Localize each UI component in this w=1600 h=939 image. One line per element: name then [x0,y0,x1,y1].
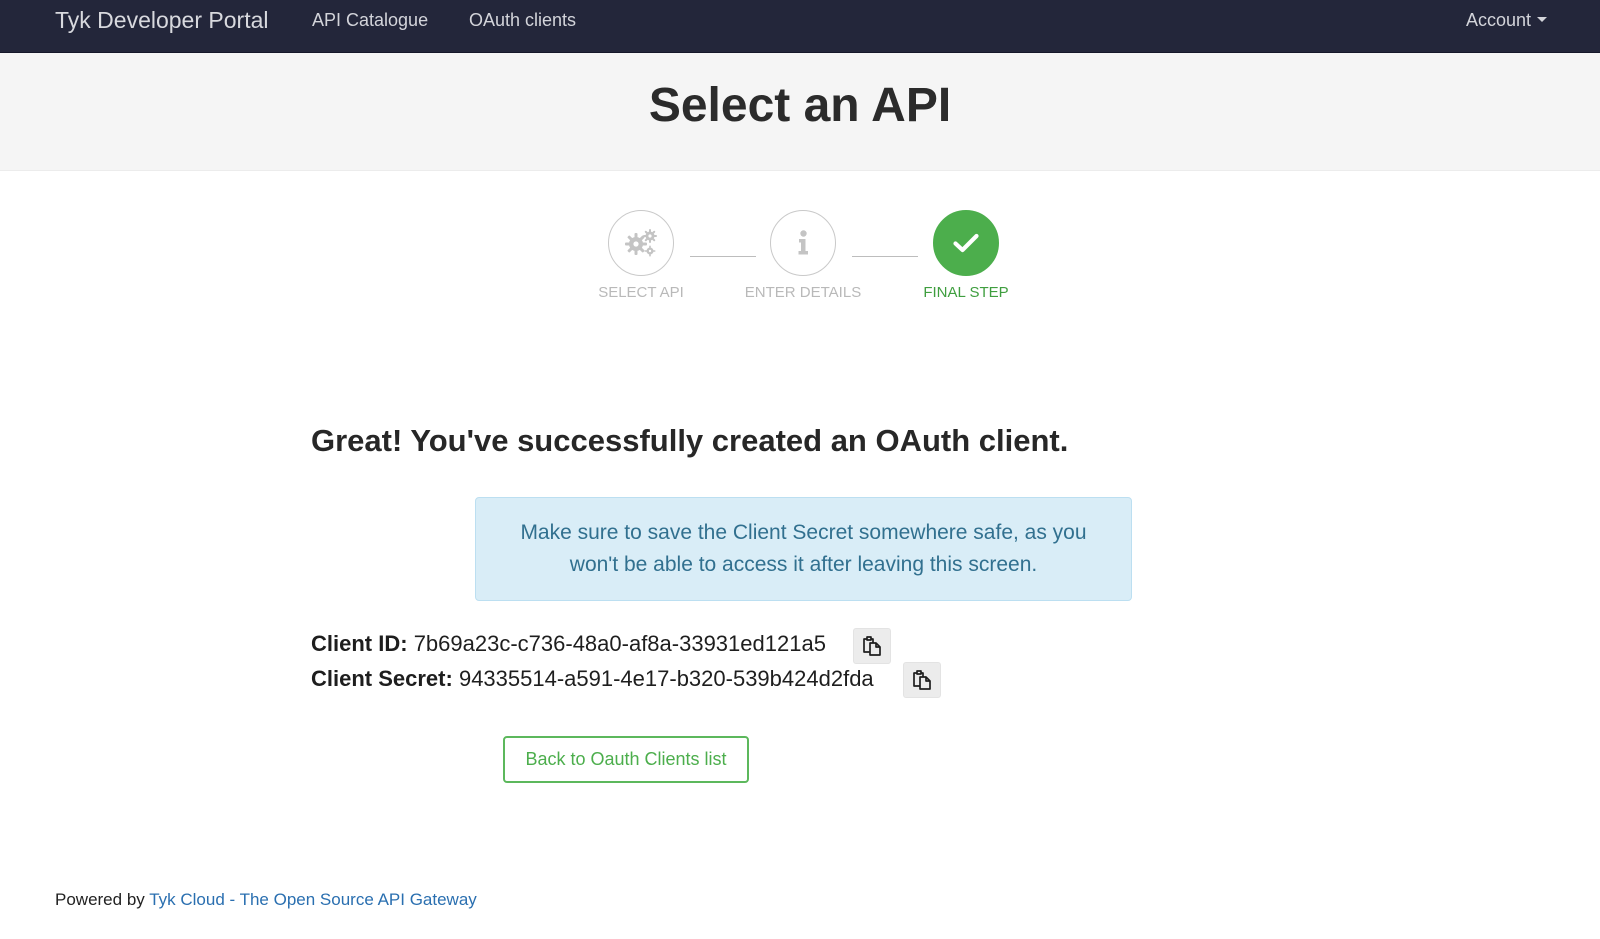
back-to-oauth-clients-button[interactable]: Back to Oauth Clients list [503,736,749,783]
client-secret-label: Client Secret: [311,666,453,691]
account-dropdown[interactable]: Account [1466,9,1548,31]
top-navbar: Tyk Developer Portal API Catalogue OAuth… [0,0,1600,53]
check-icon [953,233,979,253]
client-secret-value: 94335514-a591-4e17-b320-539b424d2fda [458,666,874,691]
step-select-api-circle [608,210,674,276]
copy-client-secret-button[interactable] [903,662,941,698]
client-id-value: 7b69a23c-c736-48a0-af8a-33931ed121a5 [413,631,826,656]
footer-prefix: Powered by [55,890,145,909]
info-icon [798,230,808,255]
page-header: Select an API [0,53,1600,171]
copy-client-id-button[interactable] [853,628,891,664]
step-enter-details-circle [770,210,836,276]
alert-text-line-1: Make sure to save the Client Secret some… [520,521,1087,544]
step-select-api-label: SELECT API [598,284,684,301]
nav-oauth-clients[interactable]: OAuth clients [469,9,576,31]
footer-tyk-cloud-link[interactable]: Tyk Cloud - The Open Source API Gateway [149,890,477,909]
copy-icon [913,670,931,690]
page-title: Select an API [648,79,952,132]
footer: Powered by Tyk Cloud - The Open Source A… [55,890,477,910]
client-id-row: Client ID: 7b69a23c-c736-48a0-af8a-33931… [311,630,826,658]
nav-api-catalogue[interactable]: API Catalogue [312,9,428,31]
step-connector [852,256,918,257]
alert-text-line-2: won't be able to access it after leaving… [569,553,1038,576]
brand-link[interactable]: Tyk Developer Portal [55,6,268,34]
step-final-label: FINAL STEP [923,284,1009,301]
info-alert: Make sure to save the Client Secret some… [475,497,1132,601]
step-final-circle [933,210,999,276]
copy-icon [863,636,881,656]
step-connector [690,256,756,257]
step-enter-details-label: ENTER DETAILS [744,284,862,301]
client-secret-row: Client Secret: 94335514-a591-4e17-b320-5… [311,665,874,693]
account-label: Account [1466,10,1532,30]
gears-icon [625,229,657,257]
success-heading: Great! You've successfully created an OA… [311,423,1069,458]
client-id-label: Client ID: [311,631,408,656]
caret-down-icon [1537,16,1548,22]
